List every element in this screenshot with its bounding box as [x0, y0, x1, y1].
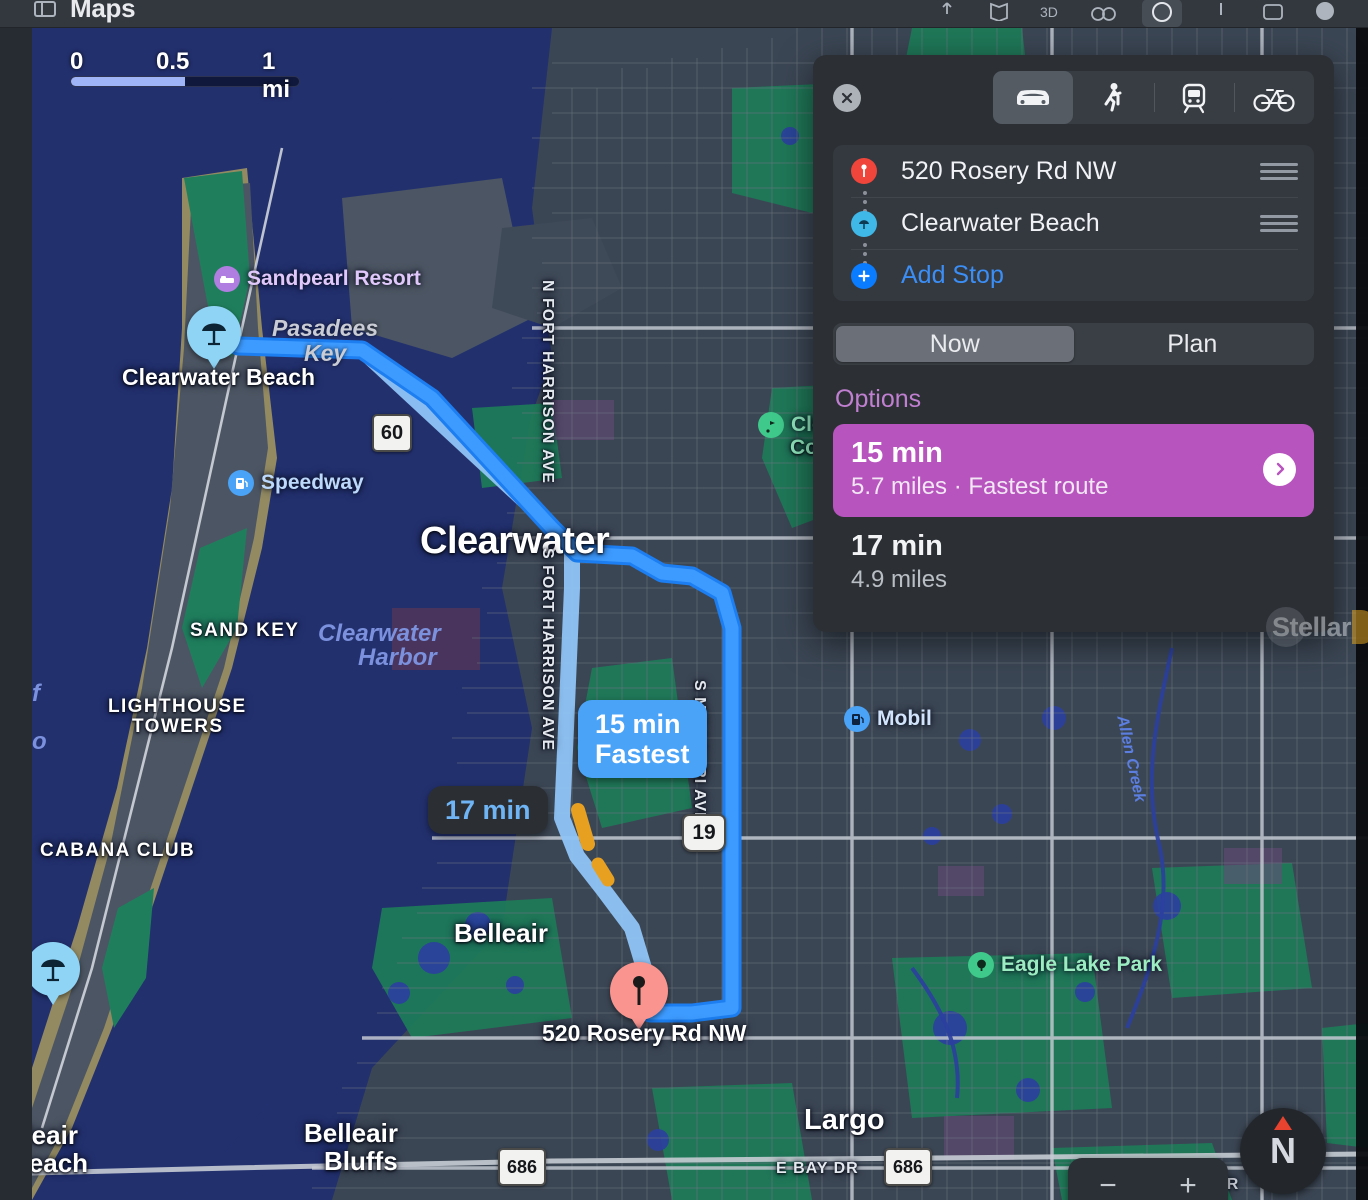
time-mode-segmented-control: Now Plan — [833, 323, 1314, 365]
stops-list: 520 Rosery Rd NW Clearwater Beach Add St… — [833, 145, 1314, 301]
zoom-in-button[interactable]: + — [1179, 1171, 1197, 1200]
route-option-detail: 5.7 miles · Fastest route — [851, 473, 1109, 500]
bookmark-icon[interactable] — [986, 0, 1012, 21]
options-heading[interactable]: Options — [835, 385, 1314, 414]
stellar-watermark: Stellar — [1266, 603, 1368, 651]
highway-shield-fl-60[interactable]: 60 — [372, 414, 412, 452]
app-title: Maps — [70, 0, 136, 23]
compass-label: N — [1270, 1130, 1296, 1171]
3d-icon[interactable]: 3D — [1038, 0, 1064, 21]
close-icon — [841, 92, 853, 103]
stop-label-destination: Clearwater Beach — [901, 209, 1100, 237]
train-icon — [1182, 83, 1205, 113]
umbrella-icon — [41, 959, 65, 982]
add-stop-label: Add Stop — [901, 261, 1004, 289]
route-badge-time: 17 min — [445, 795, 531, 825]
maps-app-window: Maps 3D 0 0.5 1 mi Clearwater Largo Bell… — [0, 0, 1368, 1200]
route-option-detail: 4.9 miles — [851, 566, 948, 593]
directions-panel: 520 Rosery Rd NW Clearwater Beach Add St… — [813, 55, 1334, 632]
travel-mode-drive[interactable] — [993, 71, 1074, 124]
map-left-gutter — [0, 28, 32, 1200]
watermark-swoosh-icon — [1352, 610, 1368, 644]
location-icon[interactable] — [1208, 0, 1234, 21]
pin-icon — [851, 158, 877, 184]
window-icon[interactable] — [1260, 0, 1286, 21]
stop-row-origin[interactable]: 520 Rosery Rd NW — [851, 145, 1298, 197]
route-option-text: 17 min 4.9 miles — [851, 529, 947, 595]
map-scale-bar: 0 0.5 1 mi — [70, 48, 300, 103]
panel-header — [833, 71, 1314, 124]
route-option-text: 15 min 5.7 miles · Fastest route — [851, 436, 1108, 502]
map-pin-destination[interactable] — [610, 962, 668, 1030]
stop-row-destination[interactable]: Clearwater Beach — [851, 197, 1298, 249]
toolbar-right-group: 3D — [934, 0, 1368, 27]
bicycle-icon — [1253, 88, 1295, 112]
highway-shield-us-19[interactable]: 19 — [682, 814, 726, 852]
stop-label-origin: 520 Rosery Rd NW — [901, 156, 1117, 185]
scale-start: 0 — [70, 48, 84, 75]
highway-shield-fl-686-west[interactable]: 686 — [498, 1148, 546, 1186]
zoom-out-button[interactable]: − — [1099, 1171, 1117, 1200]
scale-fill — [71, 77, 185, 86]
travel-mode-cycle[interactable] — [1233, 71, 1314, 124]
map-zoom-controls[interactable]: − + — [1068, 1158, 1228, 1200]
route-option-duration: 15 min — [851, 437, 943, 469]
stop-row-add-stop[interactable]: Add Stop — [851, 249, 1298, 301]
binoculars-icon[interactable] — [1090, 0, 1116, 21]
scale-end: 1 mi — [262, 48, 291, 103]
travel-mode-switcher — [993, 71, 1314, 124]
umbrella-icon — [202, 323, 226, 346]
route-badge-time: 15 min — [595, 709, 681, 739]
sidebar-toggle-icon[interactable] — [34, 1, 56, 17]
segment-now[interactable]: Now — [836, 326, 1074, 362]
segment-plan[interactable]: Plan — [1074, 326, 1312, 362]
route-badge-fastest[interactable]: 15 min Fastest — [578, 700, 707, 778]
route-option-duration: 17 min — [851, 530, 943, 562]
map-pin-clearwater-beach[interactable] — [187, 306, 241, 369]
highway-shield-fl-686-east[interactable]: 686 — [884, 1148, 932, 1186]
walk-icon — [1104, 82, 1122, 111]
svg-text:3D: 3D — [1040, 4, 1058, 20]
stop-connector-dots-1 — [863, 191, 867, 213]
share-icon[interactable] — [934, 0, 960, 21]
app-toolbar: Maps 3D — [0, 0, 1368, 28]
watermark-label: Stellar — [1272, 611, 1352, 642]
stop-connector-dots-2 — [863, 243, 867, 265]
destination-pin-icon — [633, 976, 645, 1005]
travel-mode-transit[interactable] — [1153, 71, 1234, 124]
account-icon[interactable] — [1312, 0, 1338, 21]
close-button[interactable] — [833, 83, 861, 112]
beach-icon — [851, 210, 877, 237]
travel-mode-walk[interactable] — [1073, 71, 1153, 124]
plus-icon — [851, 262, 877, 289]
stop-drag-handle[interactable] — [1260, 159, 1298, 184]
toolbar-left-group: Maps — [0, 0, 136, 27]
route-badge-alternate[interactable]: 17 min — [428, 786, 548, 834]
directions-icon[interactable] — [1142, 0, 1182, 27]
car-icon — [1017, 89, 1050, 105]
stop-drag-handle[interactable] — [1260, 211, 1298, 236]
chevron-right-icon[interactable] — [1263, 452, 1296, 486]
route-option-alternate[interactable]: 17 min 4.9 miles — [833, 517, 1314, 610]
compass-north-arrow-icon — [1274, 1116, 1292, 1130]
scale-mid: 0.5 — [156, 48, 190, 75]
route-option-fastest[interactable]: 15 min 5.7 miles · Fastest route — [833, 424, 1314, 517]
route-badge-label: Fastest — [595, 739, 690, 769]
map-compass[interactable]: N — [1240, 1108, 1326, 1194]
